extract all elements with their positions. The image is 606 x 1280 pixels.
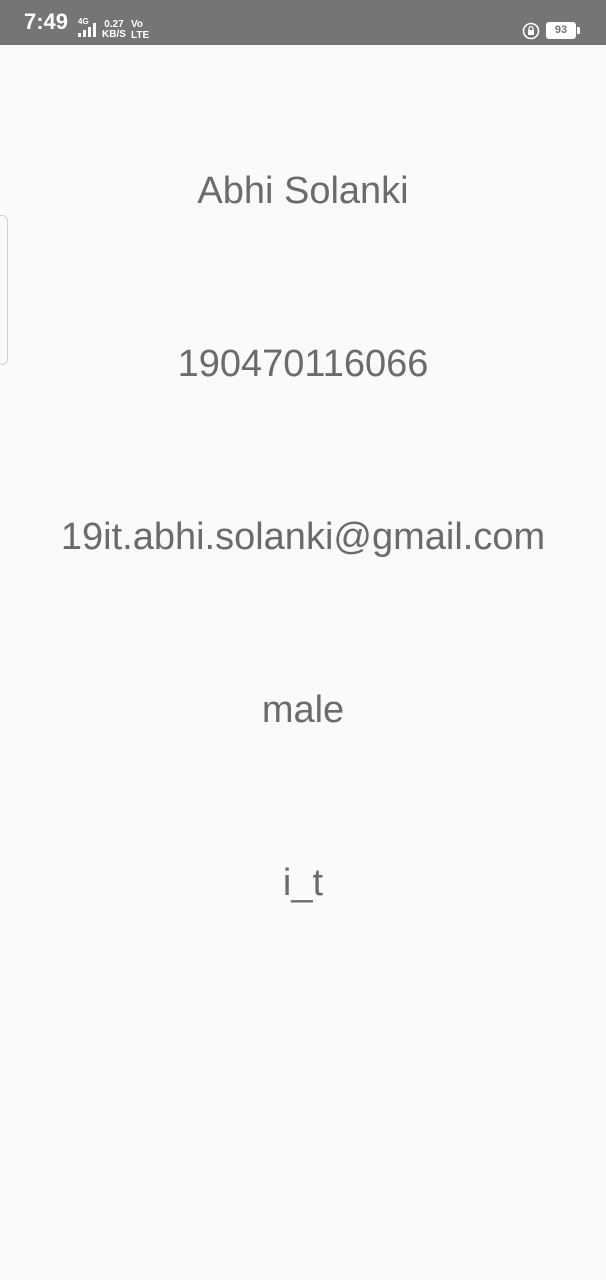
battery-icon: 93 xyxy=(546,22,576,39)
signal-icon xyxy=(78,23,96,37)
branch: i_t xyxy=(282,862,324,904)
volte-top: Vo xyxy=(131,19,144,30)
volte-indicator: Vo LTE xyxy=(131,19,149,41)
status-bar: 7:49 4G 0.27 KB/S Vo LTE 93 xyxy=(0,0,606,45)
volte-bottom: LTE xyxy=(131,30,150,41)
network-speed-unit: KB/S xyxy=(102,29,126,40)
lock-rotation-icon xyxy=(522,22,540,40)
student-name: Abhi Solanki xyxy=(197,170,409,212)
email-address: 19it.abhi.solanki@gmail.com xyxy=(60,516,546,558)
gender: male xyxy=(261,689,345,731)
battery-tip xyxy=(577,27,580,34)
enrollment-number: 190470116066 xyxy=(177,343,429,385)
network-speed: 0.27 KB/S xyxy=(102,20,126,40)
status-time: 7:49 xyxy=(24,9,69,34)
